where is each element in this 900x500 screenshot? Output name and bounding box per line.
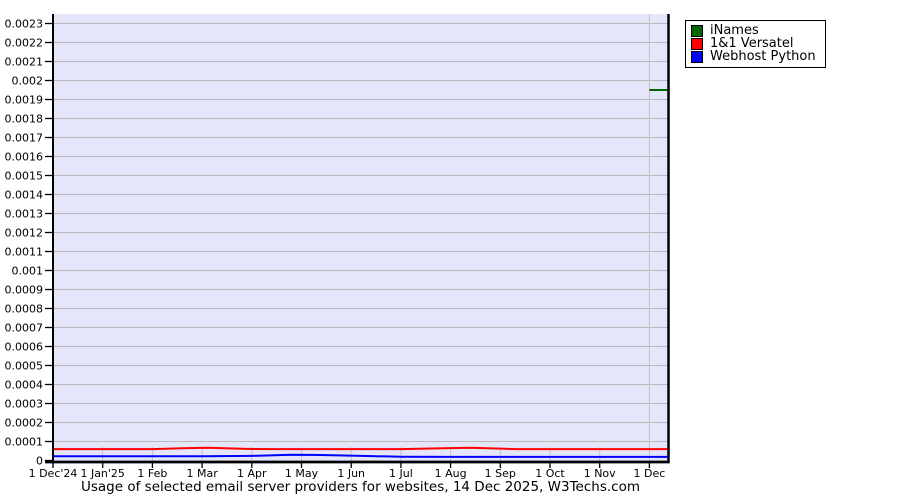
usage-line-chart: 0.0023 0.0022 0.0021 0.002 0.0019 0.0018 0.001… (5, 14, 670, 480)
legend-swatch-icon (691, 24, 703, 37)
chart-container: 0.0023 0.0022 0.0021 0.002 0.0019 0.0018 0.001… (0, 0, 900, 500)
y-tick-label: 0.0015 (5, 170, 44, 183)
legend-item: Webhost Python (691, 50, 816, 63)
y-tick-label: 0.0018 (5, 113, 44, 126)
y-tick-label: 0.0023 (5, 18, 44, 31)
y-tick-label: 0.0007 (5, 322, 44, 335)
y-tick-label: 0.0009 (5, 284, 44, 297)
x-axis: 1 Dec'24 1 Jan'25 1 Feb 1 Mar 1 Apr 1 May 1 Ju… (29, 461, 665, 480)
y-tick-label: 0.0008 (5, 303, 44, 316)
y-tick-label: 0.0005 (5, 360, 44, 373)
y-tick-label: 0.0012 (5, 227, 44, 240)
y-tick-label: 0.002 (12, 75, 44, 88)
y-tick-label: 0.0013 (5, 208, 44, 221)
chart-title: Usage of selected email server providers… (81, 479, 640, 495)
y-tick-label: 0.0022 (5, 37, 44, 50)
y-tick-label: 0.0019 (5, 94, 44, 107)
y-tick-label: 0.0017 (5, 132, 44, 145)
y-tick-label: 0.0016 (5, 151, 44, 164)
y-tick-label: 0.0003 (5, 398, 44, 411)
legend-box: iNames 1&1 Versatel Webhost Python (685, 20, 826, 68)
legend-swatch-icon (691, 37, 703, 50)
y-tick-label: 0.0021 (5, 56, 44, 69)
y-tick-label: 0.0001 (5, 436, 44, 449)
legend-swatch-icon (691, 50, 703, 63)
y-axis: 0.0023 0.0022 0.0021 0.002 0.0019 0.0018 0.001… (5, 18, 53, 468)
y-tick-label: 0.0011 (5, 246, 44, 259)
y-tick-label: 0.0014 (5, 189, 44, 202)
legend-label: Webhost Python (710, 49, 816, 64)
y-tick-label: 0.0002 (5, 417, 44, 430)
y-tick-label: 0.001 (12, 265, 44, 278)
y-tick-label: 0.0004 (5, 379, 44, 392)
y-tick-label: 0.0006 (5, 341, 44, 354)
plot-area (53, 14, 668, 463)
y-tick-label: 0 (36, 455, 43, 468)
